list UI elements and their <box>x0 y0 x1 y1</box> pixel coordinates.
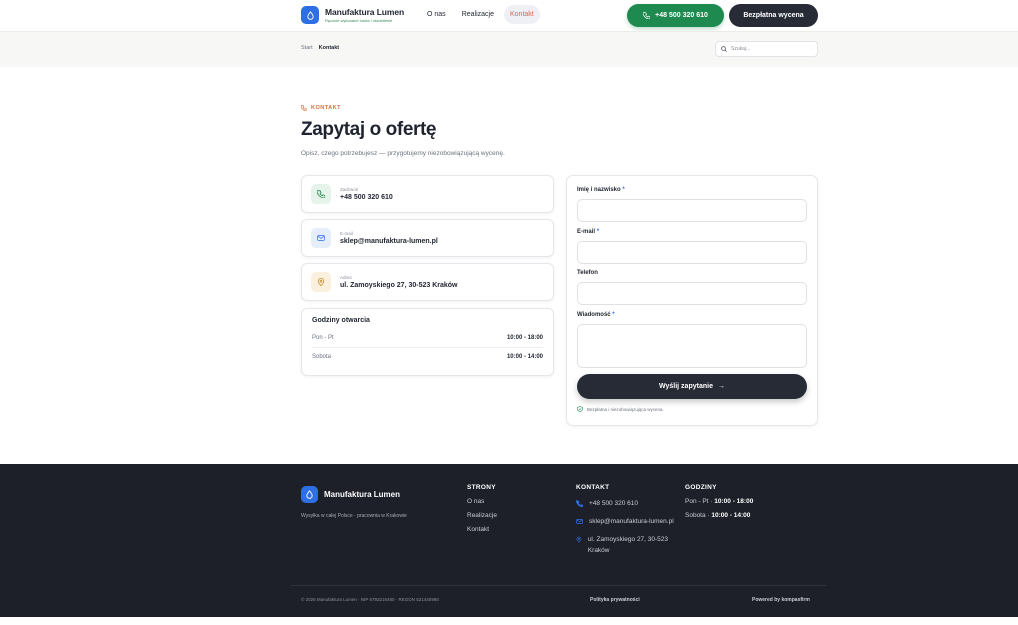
main-nav: O nas Realizacje Kontakt <box>421 5 540 24</box>
call-button[interactable]: +48 500 320 610 <box>627 4 724 27</box>
footer-pages-column: STRONY O nas Realizacje Kontakt <box>467 484 497 533</box>
phone-icon <box>311 184 331 204</box>
footer-address: ul. Zamoyskiego 27, 30-523 Kraków <box>576 534 674 556</box>
hours-title: Godziny otwarcia <box>312 317 370 324</box>
hours-time: 10:00 - 18:00 <box>506 335 543 341</box>
contact-card-phone[interactable]: Zadzwoń +48 500 320 610 <box>301 175 554 213</box>
footer-copyright: © 2026 Manufaktura Lumen · NIP 679321548… <box>301 597 439 602</box>
footer-contact-column: KONTAKT +48 500 320 610 sklep@manufaktur… <box>576 484 674 556</box>
drop-icon <box>301 6 319 24</box>
section-eyebrow: KONTAKT <box>301 105 341 111</box>
breadcrumb-bar: Start Kontakt <box>0 31 1018 67</box>
breadcrumb-start-link[interactable]: Start <box>301 45 313 51</box>
contact-card-address[interactable]: Adres ul. Zamoyskiego 27, 30-523 Kraków <box>301 263 554 301</box>
footer-link-kontakt[interactable]: Kontakt <box>467 526 497 533</box>
powered-by-link[interactable]: Powered by kompasfirm <box>752 597 810 603</box>
footer-pages-heading: STRONY <box>467 484 496 491</box>
nav-item-o-nas[interactable]: O nas <box>421 5 452 24</box>
hours-day: Sobota <box>312 354 332 360</box>
search-box <box>715 41 818 57</box>
footer-brand[interactable]: Manufaktura Lumen <box>301 486 400 503</box>
map-pin-icon <box>576 536 582 543</box>
footer-hours-column: GODZINY Pon - Pt · 10:00 - 18:00 Sobota … <box>685 484 753 519</box>
breadcrumb-current: Kontakt <box>318 45 340 51</box>
name-label: Imię i nazwisko * <box>577 187 625 193</box>
top-header: Manufaktura Lumen Ręcznie wykonane lustr… <box>0 0 1018 31</box>
phone-field[interactable] <box>577 282 807 305</box>
arrow-right-icon: → <box>717 383 725 390</box>
map-pin-icon <box>311 272 331 292</box>
drop-icon <box>301 486 318 503</box>
hours-day: Pon - Pt <box>312 335 334 341</box>
footer-email-link[interactable]: sklep@manufaktura-lumen.pl <box>576 516 674 527</box>
shield-check-icon <box>577 406 583 412</box>
nav-item-realizacje[interactable]: Realizacje <box>456 5 500 24</box>
footer-hours-row: Pon - Pt · 10:00 - 18:00 <box>685 498 754 505</box>
footer-contact-heading: KONTAKT <box>576 484 610 491</box>
footer-link-o-nas[interactable]: O nas <box>467 498 497 505</box>
eyebrow-text: KONTAKT <box>311 105 341 111</box>
phone-label: Telefon <box>577 270 598 276</box>
privacy-policy-link[interactable]: Polityka prywatności <box>590 597 640 603</box>
nav-item-kontakt[interactable]: Kontakt <box>503 5 540 24</box>
submit-inquiry-button[interactable]: Wyślij zapytanie → <box>577 374 807 399</box>
form-note: Bezpłatna i niezobowiązująca wycena. <box>577 406 664 412</box>
hours-time: 10:00 - 14:00 <box>506 354 543 360</box>
contact-value: ul. Zamoyskiego 27, 30-523 Kraków <box>340 282 458 289</box>
contact-label: E-mail <box>340 231 353 236</box>
free-quote-button[interactable]: Bezpłatna wycena <box>729 4 818 27</box>
form-note-text: Bezpłatna i niezobowiązująca wycena. <box>587 406 664 412</box>
phone-icon <box>576 500 583 507</box>
contact-value: sklep@manufaktura-lumen.pl <box>340 238 438 245</box>
name-field[interactable] <box>577 199 807 222</box>
footer-divider <box>291 585 827 586</box>
submit-label: Wyślij zapytanie <box>659 383 713 390</box>
brand-logo-link[interactable]: Manufaktura Lumen Ręcznie wykonane lustr… <box>301 6 404 24</box>
site-footer: Manufaktura Lumen Wysyłka w całej Polsce… <box>0 464 1018 617</box>
phone-icon <box>643 12 651 19</box>
footer-brand-name: Manufaktura Lumen <box>324 490 401 499</box>
message-textarea[interactable] <box>577 324 807 368</box>
contact-value: +48 500 320 610 <box>340 194 393 201</box>
message-label: Wiadomość * <box>577 312 615 318</box>
footer-hours-row: Sobota · 10:00 - 14:00 <box>685 512 751 519</box>
contact-card-email[interactable]: E-mail sklep@manufaktura-lumen.pl <box>301 219 554 257</box>
email-label: E-mail * <box>577 229 600 235</box>
footer-hours-heading: GODZINY <box>685 484 717 491</box>
search-icon <box>721 46 727 52</box>
footer-phone-link[interactable]: +48 500 320 610 <box>576 498 674 509</box>
breadcrumb: Start Kontakt <box>301 45 339 51</box>
brand-name: Manufaktura Lumen <box>325 7 405 17</box>
brand-tagline: Ręcznie wykonane lustra i oświetlenie <box>325 18 393 23</box>
contact-label: Adres <box>340 275 352 280</box>
hours-row: Sobota 10:00 - 14:00 <box>312 354 543 360</box>
mail-icon <box>576 519 583 524</box>
call-button-label: +48 500 320 610 <box>655 12 708 19</box>
phone-icon <box>301 105 307 111</box>
footer-link-realizacje[interactable]: Realizacje <box>467 512 497 519</box>
contact-label: Zadzwoń <box>340 187 359 192</box>
search-input[interactable] <box>731 46 811 52</box>
hours-row: Pon - Pt 10:00 - 18:00 <box>312 335 543 348</box>
mail-icon <box>311 228 331 248</box>
inquiry-form: Imię i nazwisko * E-mail * Telefon Wiado… <box>566 175 818 426</box>
page-title: Zapytaj o ofertę <box>301 119 437 140</box>
opening-hours-card: Godziny otwarcia Pon - Pt 10:00 - 18:00 … <box>301 308 554 376</box>
email-field[interactable] <box>577 241 807 264</box>
page-lead: Opisz, czego potrzebujesz — przygotujemy… <box>301 150 505 157</box>
footer-tagline: Wysyłka w całej Polsce · pracownia w Kra… <box>301 513 407 519</box>
